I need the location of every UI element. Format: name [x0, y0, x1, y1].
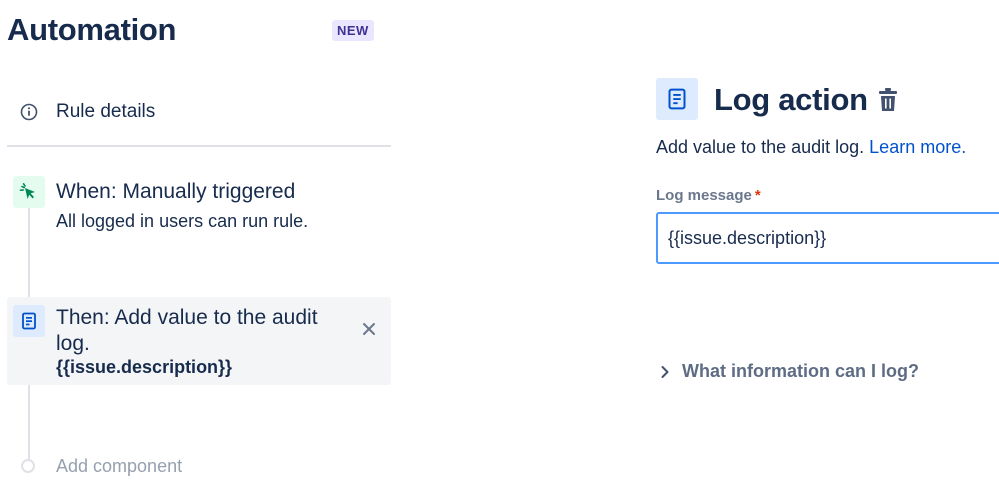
- section-divider: [7, 145, 391, 147]
- log-document-icon: [656, 78, 698, 120]
- trigger-subtitle: All logged in users can run rule.: [56, 211, 309, 231]
- add-component-node: [21, 459, 35, 473]
- remove-component-button[interactable]: [358, 318, 380, 340]
- close-icon: [363, 323, 375, 335]
- panel-description: Add value to the audit log. Learn more.: [656, 137, 966, 158]
- log-message-label: Log message *: [656, 187, 761, 204]
- info-icon: [7, 103, 51, 121]
- trigger-title[interactable]: When: Manually triggered: [56, 180, 295, 204]
- add-component-button[interactable]: Add component: [56, 456, 182, 477]
- field-label-text: Log message: [656, 187, 752, 204]
- rule-details-label: Rule details: [56, 101, 156, 122]
- required-marker: *: [754, 187, 761, 204]
- delete-action-button[interactable]: [876, 86, 900, 114]
- panel-title: Log action: [714, 82, 868, 117]
- log-document-icon: [13, 305, 45, 337]
- log-message-input[interactable]: [656, 212, 999, 264]
- description-text: Add value to the audit log.: [656, 137, 865, 157]
- action-title: Then: Add value to the audit log.: [56, 306, 318, 355]
- cursor-click-icon: [13, 176, 45, 208]
- log-info-expander[interactable]: What information can I log?: [656, 361, 919, 382]
- chevron-right-icon: [656, 365, 674, 379]
- expander-label: What information can I log?: [682, 361, 919, 381]
- rule-details-link[interactable]: Rule details: [7, 96, 391, 128]
- learn-more-link[interactable]: Learn more.: [869, 137, 966, 157]
- new-badge: NEW: [332, 20, 374, 41]
- action-value: {{issue.description}}: [56, 357, 233, 377]
- page-title: Automation: [7, 12, 177, 47]
- trash-icon: [879, 88, 897, 111]
